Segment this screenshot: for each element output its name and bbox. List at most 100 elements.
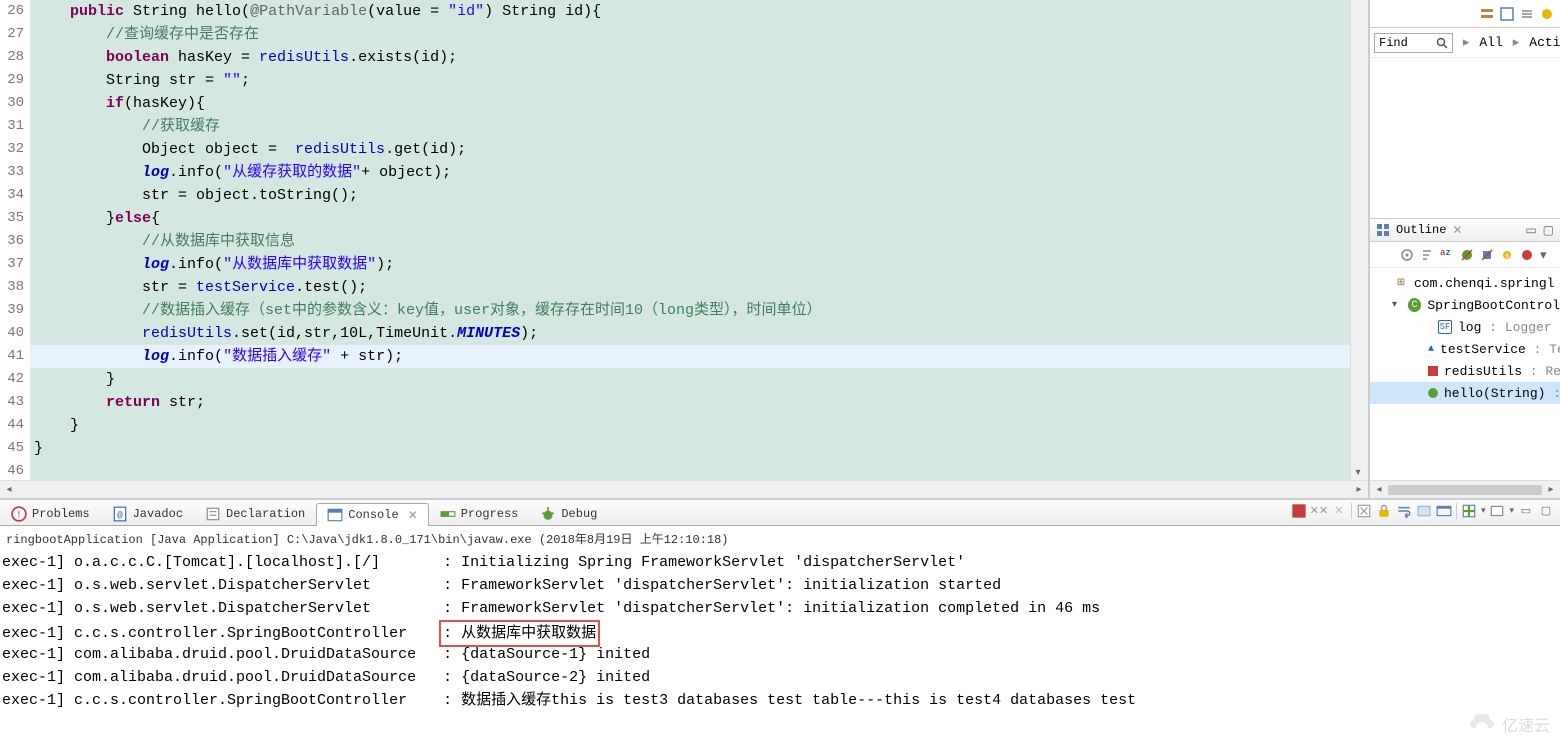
outline-item[interactable]: ▲ testService : Te bbox=[1370, 338, 1560, 360]
outline-item[interactable]: SF log : Logger bbox=[1370, 316, 1560, 338]
outline-item[interactable]: redisUtils : Redi bbox=[1370, 360, 1560, 382]
close-icon[interactable]: ✕ bbox=[408, 508, 418, 523]
code-line[interactable]: str = object.toString(); bbox=[30, 184, 1350, 207]
outline-item[interactable]: hello(String) : S bbox=[1370, 382, 1560, 404]
code-area[interactable]: public String hello(@PathVariable(value … bbox=[30, 0, 1350, 480]
package-icon: ⊞ bbox=[1394, 276, 1408, 290]
outline-icon bbox=[1376, 223, 1390, 237]
hide-fields-icon[interactable] bbox=[1460, 248, 1474, 262]
console-line: exec-1] c.c.s.controller.SpringBootContr… bbox=[2, 689, 1560, 712]
display-console-icon[interactable] bbox=[1436, 503, 1452, 519]
sort-icon[interactable] bbox=[1420, 248, 1434, 262]
outline-tree[interactable]: ⊞com.chenqi.springl▾CSpringBootControlSF… bbox=[1370, 268, 1560, 480]
dropdown-icon[interactable]: ▾ bbox=[1481, 506, 1486, 516]
find-acti-link[interactable]: Acti... bbox=[1529, 35, 1560, 50]
code-line[interactable]: public String hello(@PathVariable(value … bbox=[30, 0, 1350, 23]
maximize-icon[interactable]: ▢ bbox=[1538, 503, 1554, 519]
new-console-icon[interactable] bbox=[1489, 503, 1505, 519]
maximize-icon[interactable]: ▢ bbox=[1543, 223, 1554, 238]
debug-icon bbox=[540, 506, 556, 522]
tab-problems[interactable]: ! Problems bbox=[0, 502, 101, 525]
hide-nonpublic-icon[interactable]: s bbox=[1500, 248, 1514, 262]
outline-item[interactable]: ⊞ com.chenqi.springl bbox=[1370, 272, 1560, 294]
svg-text:!: ! bbox=[16, 509, 22, 521]
toolbar-icon[interactable] bbox=[1540, 7, 1554, 21]
search-icon[interactable] bbox=[1436, 37, 1448, 49]
tree-twisty-icon[interactable]: ▾ bbox=[1392, 299, 1402, 311]
outline-item-label: hello(String) : S bbox=[1444, 386, 1560, 401]
scroll-lock-icon[interactable] bbox=[1376, 503, 1392, 519]
code-line[interactable]: } bbox=[30, 414, 1350, 437]
code-line[interactable]: } bbox=[30, 437, 1350, 460]
static-field-icon: SF bbox=[1438, 320, 1452, 334]
tab-progress[interactable]: Progress bbox=[429, 502, 530, 525]
tab-debug[interactable]: Debug bbox=[529, 502, 608, 525]
code-line[interactable]: Object object = redisUtils.get(id); bbox=[30, 138, 1350, 161]
tab-console[interactable]: Console ✕ bbox=[316, 503, 428, 526]
editor-horizontal-scrollbar[interactable]: ◂ ▸ bbox=[0, 480, 1368, 498]
console-subtitle: ringbootApplication [Java Application] C… bbox=[0, 526, 1560, 551]
console-line: exec-1] com.alibaba.druid.pool.DruidData… bbox=[2, 666, 1560, 689]
toolbar-icon[interactable] bbox=[1520, 7, 1534, 21]
code-line[interactable] bbox=[30, 460, 1350, 480]
console-line: exec-1] o.s.web.servlet.DispatcherServle… bbox=[2, 597, 1560, 620]
scroll-left-icon[interactable]: ◂ bbox=[1372, 483, 1386, 497]
remove-all-icon[interactable]: ✕ bbox=[1331, 503, 1347, 519]
right-toolbar bbox=[1370, 0, 1560, 28]
outline-item-label: redisUtils : Redi bbox=[1444, 364, 1560, 379]
code-line[interactable]: return str; bbox=[30, 391, 1350, 414]
tab-javadoc[interactable]: @ Javadoc bbox=[101, 502, 194, 525]
scrollbar-thumb[interactable] bbox=[1388, 485, 1542, 495]
code-line[interactable]: str = testService.test(); bbox=[30, 276, 1350, 299]
code-line[interactable]: if(hasKey){ bbox=[30, 92, 1350, 115]
az-sort-icon[interactable]: az bbox=[1440, 248, 1454, 262]
code-line[interactable]: }else{ bbox=[30, 207, 1350, 230]
minimize-icon[interactable]: ▭ bbox=[1518, 503, 1534, 519]
terminate-icon[interactable] bbox=[1291, 503, 1307, 519]
code-line[interactable]: //查询缓存中是否存在 bbox=[30, 23, 1350, 46]
console-output[interactable]: exec-1] o.a.c.c.C.[Tomcat].[localhost].[… bbox=[0, 551, 1560, 746]
scroll-right-icon[interactable]: ▸ bbox=[1352, 483, 1366, 497]
scroll-right-icon[interactable]: ▸ bbox=[1544, 483, 1558, 497]
hide-local-icon[interactable] bbox=[1520, 248, 1534, 262]
find-all-link[interactable]: All bbox=[1479, 35, 1502, 50]
editor-vertical-scrollbar[interactable]: ▾ bbox=[1350, 0, 1368, 480]
outline-item-label: com.chenqi.springl bbox=[1414, 276, 1554, 291]
focus-icon[interactable] bbox=[1400, 248, 1414, 262]
code-line[interactable]: //获取缓存 bbox=[30, 115, 1350, 138]
outline-horizontal-scrollbar[interactable]: ◂ ▸ bbox=[1370, 480, 1560, 498]
open-console-icon[interactable] bbox=[1461, 503, 1477, 519]
toolbar-icon[interactable] bbox=[1480, 7, 1494, 21]
outline-item-label: log : Logger bbox=[1458, 320, 1552, 335]
pin-console-icon[interactable] bbox=[1416, 503, 1432, 519]
scroll-left-icon[interactable]: ◂ bbox=[2, 483, 16, 497]
remove-terminated-icon[interactable]: ✕✕ bbox=[1311, 503, 1327, 519]
code-line[interactable]: log.info("从缓存获取的数据"+ object); bbox=[30, 161, 1350, 184]
code-line[interactable]: boolean hasKey = redisUtils.exists(id); bbox=[30, 46, 1350, 69]
toolbar-icon[interactable] bbox=[1500, 7, 1514, 21]
code-line[interactable]: String str = ""; bbox=[30, 69, 1350, 92]
code-line[interactable]: log.info("从数据库中获取数据"); bbox=[30, 253, 1350, 276]
code-line[interactable]: //数据插入缓存（set中的参数含义：key值，user对象，缓存存在时间10（… bbox=[30, 299, 1350, 322]
find-bar: Find ▸ All ▸ Acti... bbox=[1370, 28, 1560, 58]
find-input[interactable]: Find bbox=[1374, 33, 1453, 53]
tab-declaration[interactable]: Declaration bbox=[194, 502, 316, 525]
code-line[interactable]: redisUtils.set(id,str,10L,TimeUnit.MINUT… bbox=[30, 322, 1350, 345]
view-menu-icon[interactable]: ▾ bbox=[1540, 248, 1554, 262]
code-editor[interactable]: 2627282930313233343536373839404142434445… bbox=[0, 0, 1368, 480]
outline-title: Outline bbox=[1396, 223, 1446, 237]
scroll-down-icon[interactable]: ▾ bbox=[1351, 466, 1365, 480]
right-panel: Find ▸ All ▸ Acti... Outline ✕ ▭ ▢ az bbox=[1370, 0, 1560, 498]
clear-console-icon[interactable] bbox=[1356, 503, 1372, 519]
outline-item[interactable]: ▾CSpringBootControl bbox=[1370, 294, 1560, 316]
dropdown-icon[interactable]: ▾ bbox=[1509, 506, 1514, 516]
field-icon: ▲ bbox=[1428, 342, 1434, 356]
code-line[interactable]: //从数据库中获取信息 bbox=[30, 230, 1350, 253]
close-icon[interactable]: ✕ bbox=[1452, 223, 1462, 238]
outline-item-label: testService : Te bbox=[1440, 342, 1560, 357]
code-line[interactable]: } bbox=[30, 368, 1350, 391]
minimize-icon[interactable]: ▭ bbox=[1525, 223, 1536, 238]
code-line[interactable]: log.info("数据插入缓存" + str); bbox=[30, 345, 1350, 368]
hide-static-icon[interactable] bbox=[1480, 248, 1494, 262]
word-wrap-icon[interactable] bbox=[1396, 503, 1412, 519]
